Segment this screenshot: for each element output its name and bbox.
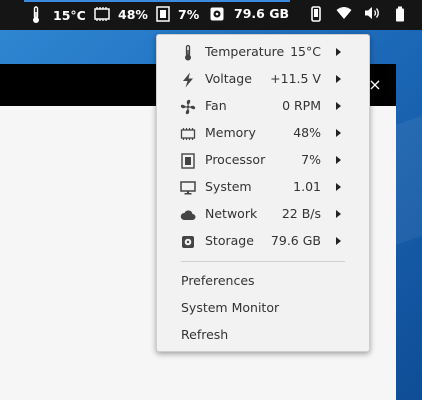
menu-item-value: 15°C [290,44,321,59]
phone-icon[interactable] [311,6,321,22]
submenu-arrow-icon [336,48,341,56]
submenu-arrow-icon [336,237,341,245]
menu-item-network[interactable]: Network 22 B/s [157,201,369,228]
thermometer-icon [31,6,41,24]
processor-icon [156,6,170,22]
menu-item-label: Network [205,206,258,221]
memory-icon [93,6,111,22]
system-monitor-menu: Temperature 15°C Voltage +11.5 V Fan 0 R… [156,34,370,352]
menu-item-value: 7% [301,152,321,167]
memory-icon [180,126,196,142]
battery-icon[interactable] [395,6,405,22]
menu-item-label: Processor [205,152,266,167]
menu-item-system[interactable]: System 1.01 [157,174,369,201]
top-panel: 15°C 48% 7% 79.6 GB [0,0,422,30]
submenu-arrow-icon [336,75,341,83]
system-monitor-menu-item[interactable]: System Monitor [181,300,279,315]
menu-item-label: Memory [205,125,256,140]
menu-item-value: 22 B/s [281,206,321,221]
processor-icon [180,153,196,169]
disk-icon [210,7,224,21]
panel-processor-indicator[interactable]: 7% [156,6,199,22]
monitor-icon [180,180,196,196]
fan-icon [180,99,196,115]
menu-item-value: 1.01 [293,179,321,194]
panel-temperature-indicator[interactable]: 15°C [31,6,86,24]
panel-temperature-value: 15°C [53,7,86,23]
menu-item-processor[interactable]: Processor 7% [157,147,369,174]
menu-item-label: Storage [205,233,254,248]
panel-storage-value: 79.6 GB [234,6,289,21]
menu-separator [181,261,345,262]
menu-item-value: 0 RPM [282,98,321,113]
cloud-icon [180,207,196,223]
panel-storage-indicator[interactable]: 79.6 GB [210,6,289,21]
submenu-arrow-icon [336,183,341,191]
menu-item-label: Fan [205,98,227,113]
menu-item-value: 48% [293,125,321,140]
panel-memory-indicator[interactable]: 48% [93,6,148,22]
menu-item-label: Voltage [205,71,252,86]
disk-icon [180,234,196,250]
wifi-icon[interactable] [336,6,352,20]
panel-memory-value: 48% [118,6,148,22]
menu-item-value: 79.6 GB [270,233,321,248]
submenu-arrow-icon [336,210,341,218]
menu-item-temperature[interactable]: Temperature 15°C [157,39,369,66]
menu-item-label: Temperature [205,44,285,59]
menu-item-voltage[interactable]: Voltage +11.5 V [157,66,369,93]
panel-active-indicator [24,0,290,2]
menu-item-fan[interactable]: Fan 0 RPM [157,93,369,120]
refresh-menu-item[interactable]: Refresh [181,327,228,342]
menu-item-memory[interactable]: Memory 48% [157,120,369,147]
bolt-icon [180,72,196,88]
submenu-arrow-icon [336,102,341,110]
panel-processor-value: 7% [178,6,200,22]
volume-icon[interactable] [364,6,380,20]
menu-item-storage[interactable]: Storage 79.6 GB [157,228,369,255]
submenu-arrow-icon [336,156,341,164]
menu-item-value: +11.5 V [270,71,321,86]
preferences-menu-item[interactable]: Preferences [181,273,255,288]
submenu-arrow-icon [336,129,341,137]
menu-item-label: System [205,179,252,194]
thermometer-icon [180,44,196,61]
